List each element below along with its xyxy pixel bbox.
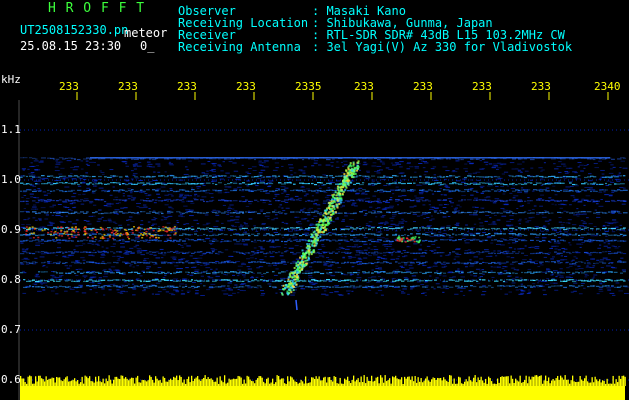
- audio-level-bar: [20, 375, 626, 400]
- spectrogram: [18, 92, 629, 400]
- reference-line: [90, 157, 610, 159]
- noise-field: [20, 157, 629, 296]
- meteor-tail: [295, 299, 298, 311]
- hrofft-window: H R O F F T UT2508152330.pn meteor 25.08…: [0, 0, 629, 400]
